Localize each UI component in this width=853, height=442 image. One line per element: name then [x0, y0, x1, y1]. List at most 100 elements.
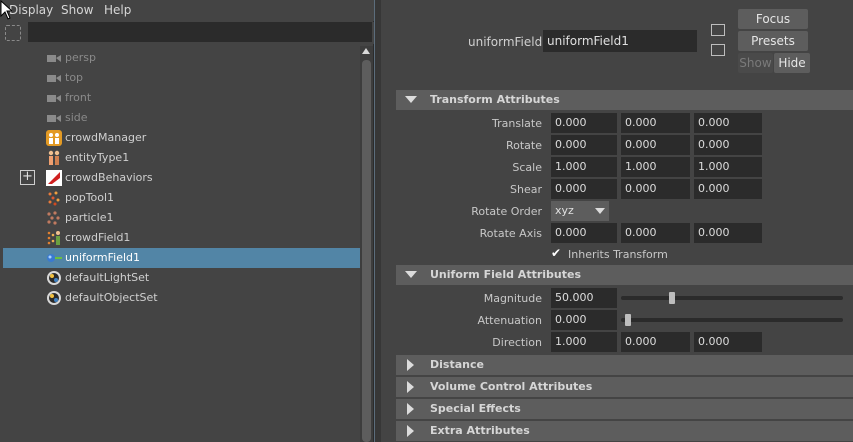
tree-item-front[interactable]: front [3, 88, 360, 108]
rotate-axis-z-field[interactable]: 0.000 [694, 223, 762, 243]
collapse-icon [405, 96, 417, 103]
attribute-editor: uniformField: Focus Presets Show Hide Tr… [381, 0, 853, 442]
rotate-axis-x-field[interactable]: 0.000 [551, 223, 617, 243]
outliner-scrollbar[interactable] [360, 46, 373, 442]
set-icon [46, 270, 62, 286]
tree-item-entitytype1[interactable]: entityType1 [3, 148, 360, 168]
tree-item-side[interactable]: side [3, 108, 360, 128]
tree-item-particle1[interactable]: particle1 [3, 208, 360, 228]
section-title: Volume Control Attributes [430, 380, 593, 393]
collapse-icon [405, 271, 417, 278]
tree-item-label: crowdBehaviors [65, 171, 153, 184]
rotate-order-label: Rotate Order [471, 205, 542, 218]
tree-item-label: entityType1 [65, 151, 130, 164]
attenuation-field[interactable]: 0.000 [551, 310, 617, 330]
section-title: Special Effects [430, 402, 521, 415]
set-icon [46, 290, 62, 306]
entity-type-icon [46, 150, 62, 166]
node-name-label: uniformField: [468, 35, 547, 49]
node-name-field[interactable] [543, 30, 697, 52]
mouse-cursor-icon [0, 0, 12, 20]
tree-item-label: crowdField1 [65, 231, 131, 244]
input-connections-icon[interactable] [711, 24, 725, 36]
panel-splitter[interactable] [374, 0, 381, 442]
rotate-order-dropdown[interactable]: xyz [551, 201, 609, 221]
attenuation-slider-handle[interactable] [625, 314, 631, 326]
rotate-x-field[interactable]: 0.000 [551, 135, 617, 155]
scale-z-field[interactable]: 1.000 [694, 157, 762, 177]
tree-item-label: crowdManager [65, 131, 147, 144]
scale-x-field[interactable]: 1.000 [551, 157, 617, 177]
rotate-order-value: xyz [555, 204, 574, 217]
crowd-manager-icon [46, 130, 62, 146]
section-title: Distance [430, 358, 484, 371]
magnitude-field[interactable]: 50.000 [551, 288, 617, 308]
translate-z-field[interactable]: 0.000 [694, 113, 762, 133]
inherits-transform-checkbox[interactable]: ✔ [551, 247, 564, 260]
camera-icon [46, 110, 62, 126]
rotate-axis-label: Rotate Axis [479, 227, 542, 240]
outliner-search-input[interactable] [28, 22, 372, 42]
outliner-panel: Display Show Help persp top front side c… [0, 0, 374, 442]
tree-item-uniformfield1[interactable]: uniformField1 [3, 248, 360, 268]
menu-display[interactable]: Display [9, 3, 53, 17]
rotate-axis-y-field[interactable]: 0.000 [621, 223, 690, 243]
tree-item-label: defaultLightSet [65, 271, 150, 284]
outliner-tree: persp top front side crowdManager entity… [0, 46, 360, 442]
tree-item-top[interactable]: top [3, 68, 360, 88]
rotate-y-field[interactable]: 0.000 [621, 135, 690, 155]
section-title: Extra Attributes [430, 424, 530, 437]
shear-x-field[interactable]: 0.000 [551, 179, 617, 199]
direction-x-field[interactable]: 1.000 [551, 332, 617, 352]
filter-icon[interactable] [5, 25, 21, 41]
rotate-z-field[interactable]: 0.000 [694, 135, 762, 155]
shear-label: Shear [510, 183, 542, 196]
chevron-down-icon [595, 208, 605, 214]
scale-y-field[interactable]: 1.000 [621, 157, 690, 177]
menu-show[interactable]: Show [61, 3, 93, 17]
tree-item-crowdbehaviors[interactable]: + crowdBehaviors [3, 168, 360, 188]
section-special-effects[interactable]: Special Effects [396, 399, 853, 419]
tree-item-defaultlightset[interactable]: defaultLightSet [3, 268, 360, 288]
translate-label: Translate [492, 117, 542, 130]
magnitude-slider-track[interactable] [621, 296, 843, 300]
tree-item-label: top [65, 71, 84, 84]
translate-y-field[interactable]: 0.000 [621, 113, 690, 133]
translate-x-field[interactable]: 0.000 [551, 113, 617, 133]
hide-button[interactable]: Hide [774, 53, 810, 73]
direction-y-field[interactable]: 0.000 [621, 332, 690, 352]
inherits-transform-label: Inherits Transform [568, 248, 668, 261]
tree-item-crowdfield1[interactable]: crowdField1 [3, 228, 360, 248]
section-extra-attributes[interactable]: Extra Attributes [396, 421, 853, 441]
section-title: Transform Attributes [430, 93, 560, 106]
camera-icon [46, 70, 62, 86]
attenuation-slider-track[interactable] [621, 318, 843, 322]
show-button[interactable]: Show [738, 53, 773, 73]
pop-tool-icon [46, 190, 62, 206]
presets-button[interactable]: Presets [738, 31, 808, 51]
focus-button[interactable]: Focus [738, 9, 808, 29]
shear-y-field[interactable]: 0.000 [621, 179, 690, 199]
tree-item-label: uniformField1 [65, 251, 141, 264]
expand-icon [407, 381, 414, 393]
section-transform-attributes[interactable]: Transform Attributes [396, 90, 853, 110]
scroll-up-icon[interactable] [362, 48, 370, 54]
expand-icon[interactable]: + [20, 170, 35, 185]
scroll-thumb[interactable] [362, 60, 371, 442]
section-uniform-field-attributes[interactable]: Uniform Field Attributes [396, 265, 853, 285]
tree-item-label: front [65, 91, 92, 104]
tree-item-persp[interactable]: persp [3, 48, 360, 68]
camera-icon [46, 90, 62, 106]
magnitude-slider-handle[interactable] [668, 292, 675, 304]
output-connections-icon[interactable] [711, 44, 725, 56]
tree-item-crowdmanager[interactable]: crowdManager [3, 128, 360, 148]
shear-z-field[interactable]: 0.000 [694, 179, 762, 199]
expand-icon [407, 425, 414, 437]
menu-help[interactable]: Help [104, 3, 131, 17]
tree-item-poptool1[interactable]: popTool1 [3, 188, 360, 208]
direction-z-field[interactable]: 0.000 [694, 332, 762, 352]
section-distance[interactable]: Distance [396, 355, 853, 375]
section-volume-control-attributes[interactable]: Volume Control Attributes [396, 377, 853, 397]
tree-item-label: particle1 [65, 211, 114, 224]
tree-item-defaultobjectset[interactable]: defaultObjectSet [3, 288, 360, 308]
